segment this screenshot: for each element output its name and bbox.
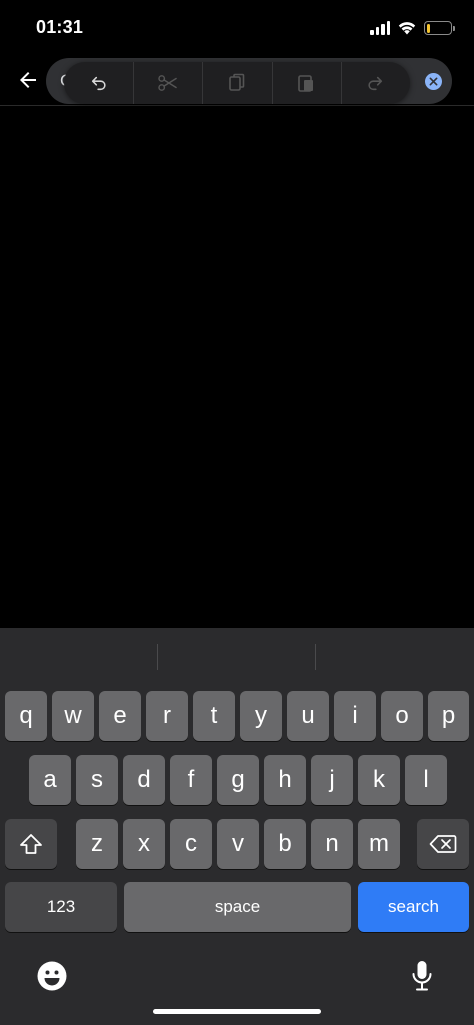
- status-bar: 01:31: [0, 0, 474, 56]
- home-indicator: [153, 1009, 321, 1014]
- predictive-divider: [157, 644, 158, 670]
- keyboard: q w e r t y u i o p a s d f g h j k l z …: [0, 628, 474, 1025]
- key-x[interactable]: x: [123, 819, 165, 869]
- key-f[interactable]: f: [170, 755, 212, 805]
- emoji-icon: [37, 961, 67, 991]
- key-e[interactable]: e: [99, 691, 141, 741]
- shift-icon: [20, 834, 42, 854]
- microphone-button[interactable]: [406, 960, 438, 992]
- key-c[interactable]: c: [170, 819, 212, 869]
- key-q[interactable]: q: [5, 691, 47, 741]
- key-j[interactable]: j: [311, 755, 353, 805]
- battery-icon: [424, 21, 455, 35]
- edit-menu: [64, 62, 410, 104]
- backspace-icon: [429, 835, 457, 853]
- key-row-4: 123 space search: [0, 882, 474, 932]
- copy-icon: [229, 73, 245, 91]
- key-z[interactable]: z: [76, 819, 118, 869]
- key-b[interactable]: b: [264, 819, 306, 869]
- clear-button[interactable]: [425, 73, 442, 90]
- emoji-button[interactable]: [36, 960, 68, 992]
- predictive-divider: [315, 644, 316, 670]
- key-m[interactable]: m: [358, 819, 400, 869]
- key-g[interactable]: g: [217, 755, 259, 805]
- shift-key[interactable]: [5, 819, 57, 869]
- undo-button[interactable]: [64, 62, 133, 104]
- key-t[interactable]: t: [193, 691, 235, 741]
- key-r[interactable]: r: [146, 691, 188, 741]
- status-time: 01:31: [36, 17, 84, 37]
- key-u[interactable]: u: [287, 691, 329, 741]
- scissors-icon: [158, 75, 177, 91]
- redo-button[interactable]: [340, 62, 410, 104]
- key-n[interactable]: n: [311, 819, 353, 869]
- key-a[interactable]: a: [29, 755, 71, 805]
- key-row-1: q w e r t y u i o p: [0, 691, 474, 741]
- copy-button[interactable]: [202, 62, 271, 104]
- numbers-key[interactable]: 123: [5, 882, 117, 932]
- key-row-3: z x c v b n m: [0, 819, 474, 869]
- key-h[interactable]: h: [264, 755, 306, 805]
- paste-icon: [298, 75, 314, 92]
- key-w[interactable]: w: [52, 691, 94, 741]
- paste-button[interactable]: [271, 62, 341, 104]
- search-key[interactable]: search: [358, 882, 469, 932]
- wifi-icon: [398, 22, 416, 35]
- cellular-signal-icon: [370, 21, 390, 35]
- key-o[interactable]: o: [381, 691, 423, 741]
- key-i[interactable]: i: [334, 691, 376, 741]
- predictive-bar: [0, 628, 474, 686]
- key-s[interactable]: s: [76, 755, 118, 805]
- header-divider: [0, 105, 474, 106]
- arrow-back-icon: [20, 72, 36, 88]
- close-icon: [429, 77, 438, 86]
- status-icons: [370, 18, 455, 38]
- key-l[interactable]: l: [405, 755, 447, 805]
- battery-level: [426, 23, 430, 33]
- redo-icon: [368, 76, 383, 91]
- space-key[interactable]: space: [124, 882, 351, 932]
- undo-icon: [91, 76, 106, 91]
- key-v[interactable]: v: [217, 819, 259, 869]
- key-p[interactable]: p: [428, 691, 469, 741]
- cut-button[interactable]: [133, 62, 202, 104]
- key-row-2: a s d f g h j k l: [0, 755, 474, 805]
- key-y[interactable]: y: [240, 691, 282, 741]
- key-k[interactable]: k: [358, 755, 400, 805]
- key-d[interactable]: d: [123, 755, 165, 805]
- microphone-icon: [412, 961, 432, 991]
- backspace-key[interactable]: [417, 819, 469, 869]
- back-button[interactable]: [12, 64, 44, 96]
